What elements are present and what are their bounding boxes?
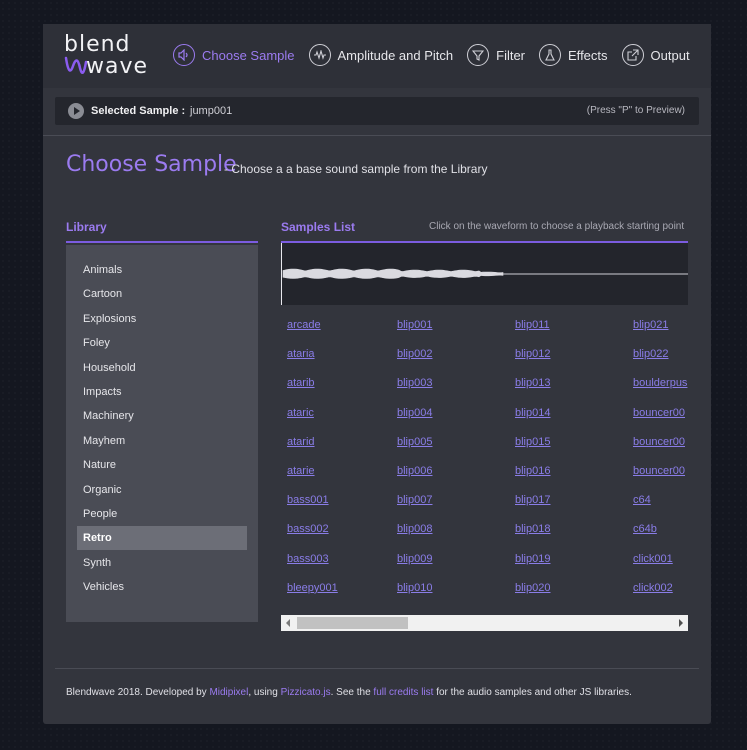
- sample-link[interactable]: c64b: [633, 523, 657, 535]
- sample-link[interactable]: ataric: [287, 407, 314, 419]
- sample-link[interactable]: atarib: [287, 377, 315, 389]
- sample-link[interactable]: bouncer00: [633, 465, 685, 477]
- sample-link[interactable]: blip014: [515, 407, 550, 419]
- library-list: Animals Cartoon Explosions Foley Household Im…: [66, 245, 258, 622]
- sample-link[interactable]: blip002: [397, 348, 432, 360]
- library-item-explosions[interactable]: Explosions: [77, 307, 247, 331]
- sample-link[interactable]: boulderpus: [633, 377, 687, 389]
- library-item-foley[interactable]: Foley: [77, 331, 247, 355]
- sample-link[interactable]: blip012: [515, 348, 550, 360]
- sample-link[interactable]: click001: [633, 553, 673, 565]
- nav-filter[interactable]: Filter: [467, 44, 525, 66]
- library-item-cartoon[interactable]: Cartoon: [77, 282, 247, 306]
- library-item-machinery[interactable]: Machinery: [77, 404, 247, 428]
- samples-grid: arcade ataria atarib ataric atarid atarie bass…: [281, 312, 688, 602]
- sample-link[interactable]: atarid: [287, 436, 315, 448]
- header: blend wave Choose Sample Amplitude and P…: [43, 24, 711, 88]
- sample-link[interactable]: bouncer00: [633, 436, 685, 448]
- selected-sample-bar: Selected Sample : jump001 (Press "P" to …: [55, 97, 699, 125]
- selected-sample-label: Selected Sample :: [91, 105, 186, 117]
- blendwave-logo: blend wave: [64, 32, 149, 79]
- sample-link[interactable]: blip003: [397, 377, 432, 389]
- preview-hint: (Press "P" to Preview): [586, 105, 685, 116]
- sample-link[interactable]: blip004: [397, 407, 432, 419]
- sample-link[interactable]: ataria: [287, 348, 315, 360]
- library-heading: Library: [66, 220, 107, 234]
- nav-choose-sample[interactable]: Choose Sample: [173, 44, 295, 66]
- sample-link[interactable]: blip017: [515, 494, 550, 506]
- speaker-icon: [173, 44, 195, 66]
- sample-link[interactable]: arcade: [287, 319, 321, 331]
- library-item-mayhem[interactable]: Mayhem: [77, 429, 247, 453]
- sample-link[interactable]: blip020: [515, 582, 550, 594]
- flask-icon: [539, 44, 562, 66]
- nav-amplitude-pitch[interactable]: Amplitude and Pitch: [308, 44, 453, 66]
- library-item-household[interactable]: Household: [77, 356, 247, 380]
- sample-link[interactable]: blip005: [397, 436, 432, 448]
- library-item-animals[interactable]: Animals: [77, 258, 247, 282]
- library-item-retro[interactable]: Retro: [77, 526, 247, 551]
- sample-link[interactable]: click002: [633, 582, 673, 594]
- sample-link[interactable]: blip013: [515, 377, 550, 389]
- waveform-icon: [308, 44, 331, 66]
- scroll-left-icon[interactable]: [286, 619, 290, 627]
- divider: [43, 135, 711, 136]
- library-item-organic[interactable]: Organic: [77, 478, 247, 502]
- sample-link[interactable]: atarie: [287, 465, 315, 477]
- library-item-people[interactable]: People: [77, 502, 247, 526]
- nav-output[interactable]: Output: [621, 44, 690, 66]
- sample-link[interactable]: blip015: [515, 436, 550, 448]
- sample-link[interactable]: blip001: [397, 319, 432, 331]
- sample-link[interactable]: blip018: [515, 523, 550, 535]
- waveform-display[interactable]: [281, 243, 688, 305]
- midipixel-link[interactable]: Midipixel: [209, 687, 248, 698]
- samples-heading: Samples List: [281, 220, 356, 234]
- sample-link[interactable]: blip011: [515, 319, 550, 331]
- sample-link[interactable]: blip019: [515, 553, 550, 565]
- sample-link[interactable]: blip006: [397, 465, 432, 477]
- sample-link[interactable]: bass003: [287, 553, 329, 565]
- scroll-right-icon[interactable]: [679, 619, 683, 627]
- sample-link[interactable]: blip021: [633, 319, 668, 331]
- sample-link[interactable]: bass001: [287, 494, 329, 506]
- main-nav: Choose Sample Amplitude and Pitch Filter…: [173, 44, 704, 66]
- library-item-vehicles[interactable]: Vehicles: [77, 575, 247, 599]
- library-underline: [66, 241, 258, 243]
- library-item-synth[interactable]: Synth: [77, 551, 247, 575]
- pizzicato-link[interactable]: Pizzicato.js: [281, 687, 331, 698]
- nav-effects[interactable]: Effects: [539, 44, 608, 66]
- sample-link[interactable]: bleepy001: [287, 582, 338, 594]
- sample-link[interactable]: blip009: [397, 553, 432, 565]
- sample-link[interactable]: c64: [633, 494, 651, 506]
- horizontal-scrollbar[interactable]: [281, 615, 688, 631]
- selected-sample-value: jump001: [190, 105, 233, 117]
- funnel-icon: [467, 44, 490, 66]
- library-item-impacts[interactable]: Impacts: [77, 380, 247, 404]
- play-icon[interactable]: [68, 103, 84, 119]
- sample-link[interactable]: blip008: [397, 523, 432, 535]
- sample-link[interactable]: blip016: [515, 465, 550, 477]
- scroll-thumb[interactable]: [297, 617, 408, 629]
- sample-link[interactable]: blip010: [397, 582, 432, 594]
- page-title: Choose Sample: [66, 152, 237, 177]
- divider: [55, 668, 699, 669]
- sample-link[interactable]: bouncer00: [633, 407, 685, 419]
- credits-link[interactable]: full credits list: [373, 687, 433, 698]
- library-item-nature[interactable]: Nature: [77, 453, 247, 477]
- sample-link[interactable]: blip007: [397, 494, 432, 506]
- waveform-hint: Click on the waveform to choose a playba…: [429, 221, 685, 232]
- footer: Blendwave 2018. Developed by Midipixel, …: [66, 687, 632, 698]
- sample-link[interactable]: bass002: [287, 523, 329, 535]
- page-subtitle: - Choose a a base sound sample from the …: [224, 162, 488, 176]
- export-icon: [621, 44, 644, 66]
- app-window: blend wave Choose Sample Amplitude and P…: [43, 24, 711, 724]
- logo-wave-icon: [64, 56, 88, 75]
- sample-link[interactable]: blip022: [633, 348, 668, 360]
